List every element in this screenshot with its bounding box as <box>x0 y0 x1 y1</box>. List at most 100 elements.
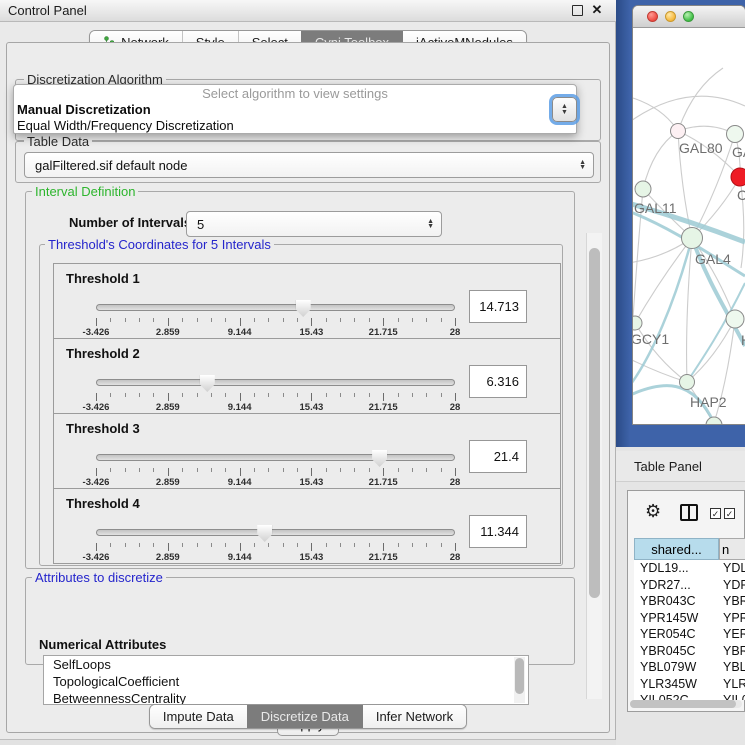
gear-icon[interactable]: ⚙ <box>645 502 661 520</box>
checkbox-icon[interactable]: ✓ <box>710 508 721 519</box>
close-traffic-icon[interactable] <box>647 11 658 22</box>
table-cell-name[interactable]: YPR1 <box>719 610 745 627</box>
table-row[interactable]: YPR145WYPR1 <box>634 610 745 627</box>
table-horizontal-scrollbar[interactable] <box>630 700 742 708</box>
threshold-value-field[interactable]: 14.713 <box>469 290 527 323</box>
table-cell-name[interactable]: YER0 <box>719 626 745 643</box>
network-edge <box>687 238 692 382</box>
threshold-panel-2: Threshold 2-3.4262.8599.14415.4321.71528… <box>53 338 561 414</box>
popup-option-equal-width-frequency-discretization[interactable]: Equal Width/Frequency Discretization <box>14 118 576 134</box>
table-cell-shared-name[interactable]: YLR345W <box>634 676 719 693</box>
node-table: ⚙ ✓ ✓ shared... n YDL19...YDL1YDR27...YD… <box>627 490 745 712</box>
table-cell-name[interactable]: YDL1 <box>719 560 745 577</box>
table-row[interactable]: YDL19...YDL1 <box>634 560 745 577</box>
panel-scrollbar[interactable] <box>586 233 602 699</box>
table-data-combobox[interactable]: galFiltered.sif default node ▲▼ <box>24 152 594 178</box>
scrollbar-thumb[interactable] <box>589 248 600 598</box>
table-cell-shared-name[interactable]: YER054C <box>634 626 719 643</box>
algorithm-options: Manual DiscretizationEqual Width/Frequen… <box>14 102 576 134</box>
column-header-shared-name[interactable]: shared... <box>634 538 719 560</box>
table-cell-name[interactable]: YBR0 <box>719 643 745 660</box>
tab-infer-network[interactable]: Infer Network <box>362 705 466 728</box>
network-node[interactable] <box>682 228 703 249</box>
network-canvas[interactable]: GAL80GACGAL11GAL4GCY1HHAP2 <box>633 28 745 425</box>
table-cell-name[interactable]: YBR0 <box>719 593 745 610</box>
popup-option-manual-discretization[interactable]: Manual Discretization <box>14 102 576 118</box>
slider-track[interactable] <box>96 304 455 311</box>
threshold-slider[interactable]: -3.4262.8599.14415.4321.71528 <box>96 450 455 484</box>
numerical-attributes-list[interactable]: SelfLoopsTopologicalCoefficientBetweenne… <box>43 655 529 705</box>
network-node[interactable] <box>671 124 686 139</box>
table-cell-shared-name[interactable]: YBL079W <box>634 659 719 676</box>
network-node[interactable] <box>635 181 651 197</box>
num-intervals-label: Number of Intervals <box>69 215 191 230</box>
table-body: YDL19...YDL1YDR27...YDR2YBR043CYBR0YPR14… <box>634 560 745 700</box>
network-node[interactable] <box>731 168 745 186</box>
tab-discretize-data[interactable]: Discretize Data <box>247 705 362 728</box>
slider-track[interactable] <box>96 529 455 536</box>
control-panel-titlebar: Control Panel ✕ <box>0 0 616 22</box>
table-cell-shared-name[interactable]: YDL19... <box>634 560 719 577</box>
table-row[interactable]: YBL079WYBL0 <box>634 659 745 676</box>
slider-track[interactable] <box>96 454 455 461</box>
threshold-slider[interactable]: -3.4262.8599.14415.4321.71528 <box>96 300 455 334</box>
float-icon[interactable] <box>572 5 583 16</box>
table-cell-name[interactable]: YBL0 <box>719 659 745 676</box>
slider-thumb[interactable] <box>257 525 272 542</box>
table-panel-titlebar: Table Panel <box>616 451 745 482</box>
zoom-traffic-icon[interactable] <box>683 11 694 22</box>
slider-track[interactable] <box>96 379 455 386</box>
column-header-name[interactable]: n <box>719 538 745 560</box>
scrollbar-thumb[interactable] <box>630 700 736 708</box>
slider-thumb[interactable] <box>296 300 311 317</box>
table-cell-name[interactable]: YIL0 <box>719 692 745 700</box>
network-node[interactable] <box>680 375 695 390</box>
attribute-item-betweennesscentrality[interactable]: BetweennessCentrality <box>44 690 528 705</box>
screen: Control Panel ✕ NetworkStyleSelectCyni T… <box>0 0 745 745</box>
slider-thumb[interactable] <box>372 450 387 467</box>
table-cell-shared-name[interactable]: YBR045C <box>634 643 719 660</box>
table-cell-name[interactable]: YLR3 <box>719 676 745 693</box>
num-intervals-combobox[interactable]: 5 ▲▼ <box>186 211 442 237</box>
combo-stepper-icon: ▲▼ <box>427 219 434 230</box>
table-cell-shared-name[interactable]: YDR27... <box>634 577 719 594</box>
scrollbar-thumb[interactable] <box>515 658 524 694</box>
network-node[interactable] <box>633 316 642 330</box>
threshold-value-field[interactable]: 21.4 <box>469 440 527 473</box>
slider-ticks <box>96 468 455 476</box>
threshold-panel-1: Threshold 1-3.4262.8599.14415.4321.71528… <box>53 263 561 339</box>
table-row[interactable]: YLR345WYLR3 <box>634 676 745 693</box>
tab-label: Discretize Data <box>261 706 349 728</box>
table-row[interactable]: YIL052CYIL0 <box>634 692 745 700</box>
close-icon[interactable]: ✕ <box>589 2 605 18</box>
node-label-gal4: GAL4 <box>695 251 731 267</box>
slider-tick-labels: -3.4262.8599.14415.4321.71528 <box>96 327 455 338</box>
table-cell-name[interactable]: YDR2 <box>719 577 745 594</box>
threshold-value-field[interactable]: 11.344 <box>469 515 527 548</box>
network-node[interactable] <box>727 126 744 143</box>
slider-thumb[interactable] <box>200 375 215 392</box>
table-cell-shared-name[interactable]: YPR145W <box>634 610 719 627</box>
table-row[interactable]: YBR043CYBR0 <box>634 593 745 610</box>
attributes-list-scrollbar[interactable] <box>514 657 525 703</box>
table-cell-shared-name[interactable]: YBR043C <box>634 593 719 610</box>
attribute-item-topologicalcoefficient[interactable]: TopologicalCoefficient <box>44 673 528 690</box>
checkbox-icon[interactable]: ✓ <box>724 508 735 519</box>
algorithm-dropdown-popup: Select algorithm to view settings Manual… <box>13 84 577 134</box>
split-table-icon[interactable] <box>680 504 698 521</box>
algorithm-combo-stepper-focused[interactable]: ▲▼ <box>552 97 577 122</box>
network-node[interactable] <box>726 310 744 328</box>
slider-ticks <box>96 543 455 551</box>
threshold-slider[interactable]: -3.4262.8599.14415.4321.71528 <box>96 375 455 409</box>
threshold-slider[interactable]: -3.4262.8599.14415.4321.71528 <box>96 525 455 559</box>
tab-impute-data[interactable]: Impute Data <box>150 705 247 728</box>
table-row[interactable]: YER054CYER0 <box>634 626 745 643</box>
network-node[interactable] <box>706 417 722 425</box>
table-row[interactable]: YDR27...YDR2 <box>634 577 745 594</box>
attributes-group-title: Attributes to discretize <box>32 570 166 585</box>
table-row[interactable]: YBR045CYBR0 <box>634 643 745 660</box>
minimize-traffic-icon[interactable] <box>665 11 676 22</box>
table-cell-shared-name[interactable]: YIL052C <box>634 692 719 700</box>
threshold-value-field[interactable]: 6.316 <box>469 365 527 398</box>
attribute-item-selfloops[interactable]: SelfLoops <box>44 656 528 673</box>
